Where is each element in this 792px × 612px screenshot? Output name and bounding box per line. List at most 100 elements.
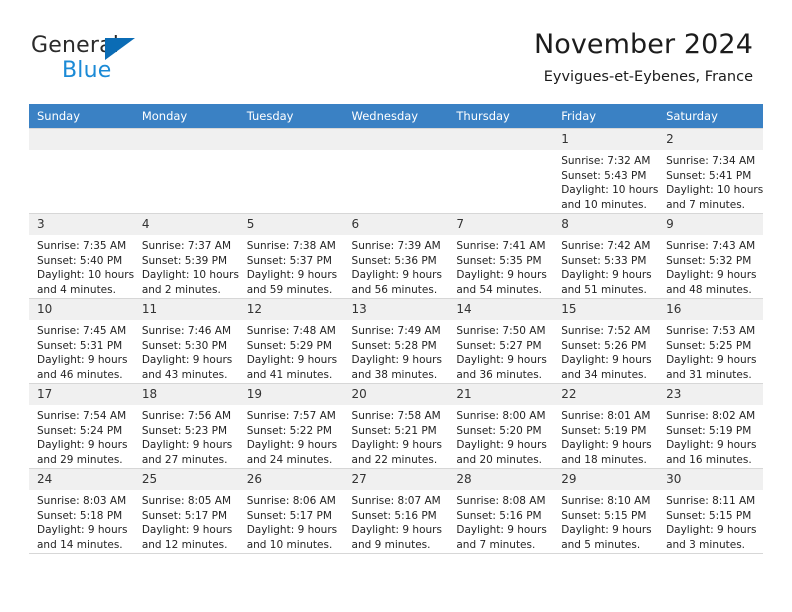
sunset-text: Sunset: 5:23 PM: [141, 424, 228, 437]
sunrise-text: Sunrise: 8:01 AM: [561, 410, 651, 422]
calendar-week-row: 24 Sunrise: 8:03 AM Sunset: 5:18 PM Dayligh…: [29, 468, 763, 554]
calendar-cell-day-30[interactable]: 30 Sunrise: 8:11 AM Sunset: 5:15 PM Dayligh…: [658, 468, 763, 554]
calendar-cell-day-19[interactable]: 19 Sunrise: 7:57 AM Sunset: 5:22 PM Dayligh…: [238, 383, 344, 469]
title-block: November 2024 Eyvigues-et-Eybenes, Franc…: [534, 28, 753, 86]
daylight-text: Daylight: 9 hours: [456, 354, 547, 367]
day-details: Sunrise: 8:07 AM Sunset: 5:16 PM Daylight:…: [344, 490, 449, 552]
calendar-header-row: Sunday Monday Tuesday Wednesday Thursday…: [29, 104, 763, 129]
calendar-cell-day-18[interactable]: 18 Sunrise: 7:56 AM Sunset: 5:23 PM Dayligh…: [133, 383, 239, 469]
sunrise-text: Sunrise: 7:38 AM: [246, 240, 336, 252]
daylight-text: and 3 minutes.: [666, 538, 746, 551]
sunrise-text: Sunrise: 8:02 AM: [666, 410, 756, 422]
calendar-cell-day-5[interactable]: 5 Sunrise: 7:38 AM Sunset: 5:37 PM Daylight…: [238, 213, 344, 299]
calendar-cell-day-15[interactable]: 15 Sunrise: 7:52 AM Sunset: 5:26 PM Dayligh…: [553, 298, 659, 384]
daylight-text: Daylight: 9 hours: [246, 269, 338, 282]
calendar-cell-day-7[interactable]: 7 Sunrise: 7:41 AM Sunset: 5:35 PM Daylight…: [448, 213, 554, 299]
calendar-cell-day-17[interactable]: 17 Sunrise: 7:54 AM Sunset: 5:24 PM Dayligh…: [29, 383, 134, 469]
calendar-cell-day-23[interactable]: 23 Sunrise: 8:02 AM Sunset: 5:19 PM Dayligh…: [658, 383, 763, 469]
calendar-cell-day-6[interactable]: 6 Sunrise: 7:39 AM Sunset: 5:36 PM Daylight…: [343, 213, 449, 299]
calendar-cell-day-9[interactable]: 9 Sunrise: 7:43 AM Sunset: 5:32 PM Daylight…: [658, 213, 763, 299]
day-number: 26: [238, 469, 344, 490]
day-number: [448, 129, 554, 150]
sunset-text: Sunset: 5:27 PM: [456, 339, 542, 352]
daylight-text: and 5 minutes.: [561, 538, 641, 551]
day-number: 22: [553, 384, 659, 405]
day-details: Sunrise: 8:00 AM Sunset: 5:20 PM Daylight:…: [448, 405, 553, 467]
sunset-text: Sunset: 5:28 PM: [351, 339, 437, 352]
triangle-logo-icon: [105, 38, 135, 60]
calendar-cell-day-8[interactable]: 8 Sunrise: 7:42 AM Sunset: 5:33 PM Daylight…: [553, 213, 659, 299]
sunrise-text: Sunrise: 8:07 AM: [351, 495, 441, 507]
sunrise-text: Sunrise: 7:32 AM: [561, 155, 651, 167]
calendar-cell-day-28[interactable]: 28 Sunrise: 8:08 AM Sunset: 5:16 PM Dayligh…: [448, 468, 554, 554]
sunset-text: Sunset: 5:17 PM: [246, 509, 332, 522]
sunset-text: Sunset: 5:21 PM: [351, 424, 437, 437]
calendar-week-row: 17 Sunrise: 7:54 AM Sunset: 5:24 PM Dayligh…: [29, 383, 763, 469]
calendar-week-row: 3 Sunrise: 7:35 AM Sunset: 5:40 PM Daylight…: [29, 213, 763, 299]
calendar-cell-day-11[interactable]: 11 Sunrise: 7:46 AM Sunset: 5:30 PM Dayligh…: [133, 298, 239, 384]
daylight-text: and 46 minutes.: [37, 368, 123, 381]
calendar-cell-day-14[interactable]: 14 Sunrise: 7:50 AM Sunset: 5:27 PM Dayligh…: [448, 298, 554, 384]
sunset-text: Sunset: 5:19 PM: [561, 424, 647, 437]
calendar-cell-day-16[interactable]: 16 Sunrise: 7:53 AM Sunset: 5:25 PM Dayligh…: [658, 298, 763, 384]
day-details: Sunrise: 8:01 AM Sunset: 5:19 PM Daylight:…: [553, 405, 658, 467]
weekday-header-sunday: Sunday: [29, 104, 134, 129]
sunset-text: Sunset: 5:15 PM: [561, 509, 647, 522]
calendar-cell-day-4[interactable]: 4 Sunrise: 7:37 AM Sunset: 5:39 PM Daylight…: [133, 213, 239, 299]
daylight-text: and 7 minutes.: [666, 198, 746, 211]
calendar-cell-day-3[interactable]: 3 Sunrise: 7:35 AM Sunset: 5:40 PM Daylight…: [29, 213, 134, 299]
sunset-text: Sunset: 5:16 PM: [351, 509, 437, 522]
calendar-cell-day-10[interactable]: 10 Sunrise: 7:45 AM Sunset: 5:31 PM Dayligh…: [29, 298, 134, 384]
day-number: 8: [553, 214, 659, 235]
weekday-header-saturday: Saturday: [658, 104, 763, 129]
daylight-text: Daylight: 9 hours: [561, 269, 652, 282]
sunrise-text: Sunrise: 8:10 AM: [561, 495, 651, 507]
calendar-cell-day-26[interactable]: 26 Sunrise: 8:06 AM Sunset: 5:17 PM Dayligh…: [238, 468, 344, 554]
calendar-cell-day-25[interactable]: 25 Sunrise: 8:05 AM Sunset: 5:17 PM Dayligh…: [133, 468, 239, 554]
calendar-cell-day-22[interactable]: 22 Sunrise: 8:01 AM Sunset: 5:19 PM Dayligh…: [553, 383, 659, 469]
day-details: Sunrise: 7:45 AM Sunset: 5:31 PM Daylight:…: [29, 320, 134, 382]
day-number: 25: [133, 469, 239, 490]
day-number: 18: [133, 384, 239, 405]
daylight-text: and 12 minutes.: [141, 538, 228, 551]
daylight-text: and 24 minutes.: [246, 453, 333, 466]
day-details: Sunrise: 7:46 AM Sunset: 5:30 PM Daylight:…: [134, 320, 239, 382]
sunrise-text: Sunrise: 7:42 AM: [561, 240, 651, 252]
sunrise-text: Sunrise: 7:41 AM: [456, 240, 546, 252]
day-details: Sunrise: 7:50 AM Sunset: 5:27 PM Daylight:…: [448, 320, 553, 382]
calendar-week-row: 1 Sunrise: 7:32 AM Sunset: 5:43 PM Daylight…: [29, 128, 764, 214]
page-title: November 2024: [533, 29, 753, 60]
calendar-cell-day-21[interactable]: 21 Sunrise: 8:00 AM Sunset: 5:20 PM Dayligh…: [448, 383, 554, 469]
sunset-text: Sunset: 5:20 PM: [456, 424, 542, 437]
day-details: Sunrise: 7:35 AM Sunset: 5:40 PM Daylight:…: [29, 235, 134, 297]
sunrise-text: Sunrise: 7:53 AM: [666, 325, 756, 337]
brand-name-blue: Blue: [62, 58, 112, 83]
sunset-text: Sunset: 5:29 PM: [246, 339, 332, 352]
calendar-cell-day-24[interactable]: 24 Sunrise: 8:03 AM Sunset: 5:18 PM Dayligh…: [29, 468, 134, 554]
calendar-cell-day-29[interactable]: 29 Sunrise: 8:10 AM Sunset: 5:15 PM Dayligh…: [553, 468, 659, 554]
day-number: [133, 129, 239, 150]
brand-logo[interactable]: General Blue: [31, 33, 251, 89]
calendar-page: General Blue November 2024 Eyvigues-et-E…: [0, 0, 792, 612]
daylight-text: Daylight: 9 hours: [141, 439, 233, 452]
daylight-text: Daylight: 9 hours: [351, 439, 442, 452]
day-number: 4: [133, 214, 239, 235]
calendar-cell-day-27[interactable]: 27 Sunrise: 8:07 AM Sunset: 5:16 PM Dayligh…: [343, 468, 449, 554]
daylight-text: and 48 minutes.: [666, 283, 752, 296]
calendar-cell-day-1[interactable]: 1 Sunrise: 7:32 AM Sunset: 5:43 PM Daylight…: [553, 128, 658, 214]
calendar-cell-day-13[interactable]: 13 Sunrise: 7:49 AM Sunset: 5:28 PM Dayligh…: [343, 298, 449, 384]
day-details: Sunrise: 8:03 AM Sunset: 5:18 PM Daylight:…: [29, 490, 134, 552]
calendar-cell-day-2[interactable]: 2 Sunrise: 7:34 AM Sunset: 5:41 PM Daylight…: [658, 128, 764, 214]
daylight-text: Daylight: 10 hours: [666, 184, 764, 197]
sunset-text: Sunset: 5:37 PM: [246, 254, 332, 267]
calendar-cell-day-12[interactable]: 12 Sunrise: 7:48 AM Sunset: 5:29 PM Dayligh…: [238, 298, 344, 384]
calendar-cell-day-20[interactable]: 20 Sunrise: 7:58 AM Sunset: 5:21 PM Dayligh…: [343, 383, 449, 469]
calendar-cell-empty: [133, 128, 239, 214]
sunrise-text: Sunrise: 7:35 AM: [37, 240, 127, 252]
day-number: 11: [133, 299, 239, 320]
day-number: 7: [448, 214, 554, 235]
day-number: [238, 129, 344, 150]
calendar-container: Sunday Monday Tuesday Wednesday Thursday…: [29, 104, 763, 554]
sunset-text: Sunset: 5:22 PM: [246, 424, 332, 437]
sunrise-text: Sunrise: 8:05 AM: [141, 495, 232, 507]
